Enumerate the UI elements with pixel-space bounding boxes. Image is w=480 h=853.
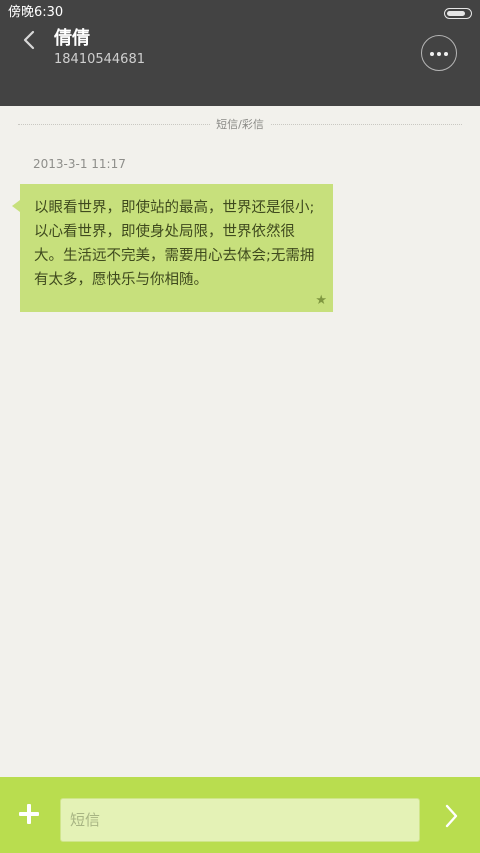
message-input[interactable]	[60, 798, 420, 842]
star-icon: ★	[315, 293, 327, 308]
add-attachment-button[interactable]	[14, 799, 44, 829]
message-bubble[interactable]: 以眼看世界，即使站的最高，世界还是很小;以心看世界，即使身处局限，世界依然很大。…	[12, 184, 333, 312]
message-text: 以眼看世界，即使站的最高，世界还是很小;以心看世界，即使身处局限，世界依然很大。…	[34, 200, 315, 288]
conversation-area[interactable]: 短信/彩信 2013-3-1 11:17 以眼看世界，即使站的最高，世界还是很小…	[0, 106, 480, 777]
back-button[interactable]	[16, 26, 44, 54]
contact-name: 倩倩	[54, 28, 90, 49]
send-chevron-icon	[445, 804, 458, 828]
contact-number: 18410544681	[54, 52, 145, 67]
battery-icon	[444, 8, 472, 19]
more-dots-icon	[444, 52, 448, 56]
status-time: 傍晚6:30	[8, 5, 64, 20]
header-bar: 傍晚6:30 倩倩 18410544681	[0, 0, 480, 106]
plus-icon	[27, 804, 31, 824]
more-dots-icon	[430, 52, 434, 56]
send-button[interactable]	[436, 801, 466, 831]
chevron-left-icon	[23, 30, 35, 50]
battery-level	[447, 11, 465, 16]
more-dots-icon	[437, 52, 441, 56]
message-timestamp: 2013-3-1 11:17	[33, 157, 126, 171]
channel-label-text: 短信/彩信	[210, 118, 270, 131]
channel-label: 短信/彩信	[0, 118, 480, 132]
compose-bar	[0, 777, 480, 853]
bubble-tail	[12, 200, 20, 212]
more-options-button[interactable]	[421, 35, 457, 71]
